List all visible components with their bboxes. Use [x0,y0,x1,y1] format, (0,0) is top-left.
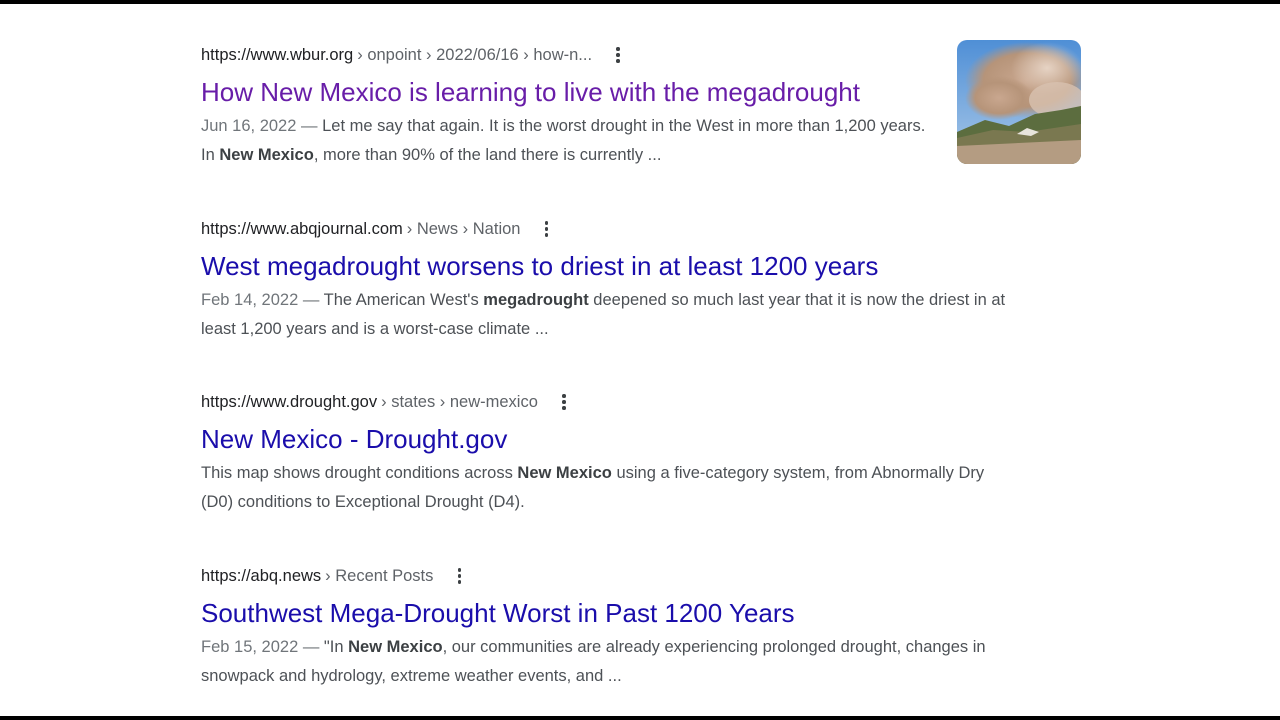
more-options-icon[interactable] [538,218,554,240]
snippet-highlight: New Mexico [517,464,612,482]
result-snippet: This map shows drought conditions across… [201,459,1001,517]
result-date: Jun 16, 2022 [201,117,297,135]
more-options-icon[interactable] [610,44,626,66]
wildfire-smoke-thumbnail[interactable] [957,40,1081,164]
result-domain: https://abq.news [201,566,322,585]
result-url-line[interactable]: https://www.abqjournal.com › News › Nati… [201,218,1061,240]
result-date: Feb 15, 2022 [201,638,299,656]
more-options-icon[interactable] [451,565,467,587]
date-separator: — [298,638,324,656]
result-date: Feb 14, 2022 [201,291,299,309]
date-separator: — [296,117,323,135]
date-separator: — [298,291,324,309]
result-url-line[interactable]: https://www.wbur.org › onpoint › 2022/06… [201,44,1061,66]
snippet-text: The American West's [323,291,484,309]
result-title-link[interactable]: New Mexico - Drought.gov [201,423,1061,455]
snippet-highlight: megadrought [483,291,589,309]
result-title-link[interactable]: Southwest Mega-Drought Worst in Past 120… [201,597,1061,629]
result-domain: https://www.drought.gov [201,392,378,411]
result-domain: https://www.abqjournal.com [201,219,403,238]
result-url-line[interactable]: https://abq.news › Recent Posts [201,565,1061,587]
snippet-text: "In [323,638,349,656]
search-result: https://www.wbur.org › onpoint › 2022/06… [201,44,1061,170]
search-results-page: https://www.wbur.org › onpoint › 2022/06… [0,4,1280,716]
result-snippet: Feb 15, 2022 — "In New Mexico, our commu… [201,633,1011,691]
result-snippet: Feb 14, 2022 — The American West's megad… [201,286,1031,344]
result-title-link[interactable]: West megadrought worsens to driest in at… [201,250,1061,282]
search-result: https://www.drought.gov › states › new-m… [201,391,1061,517]
result-breadcrumbs: › states › new-mexico [381,392,538,411]
result-snippet: Jun 16, 2022 — Let me say that again. It… [201,112,931,170]
snippet-text: , more than 90% of the land there is cur… [313,146,662,164]
snippet-highlight: New Mexico [348,638,443,656]
snippet-highlight: New Mexico [219,146,314,164]
search-result: https://www.abqjournal.com › News › Nati… [201,218,1061,344]
more-options-icon[interactable] [556,391,572,413]
result-title-link[interactable]: How New Mexico is learning to live with … [201,76,1061,108]
result-url-line[interactable]: https://www.drought.gov › states › new-m… [201,391,1061,413]
search-result: https://abq.news › Recent Posts Southwes… [201,565,1061,691]
result-breadcrumbs: › onpoint › 2022/06/16 › how-n... [357,45,593,64]
result-breadcrumbs: › Recent Posts [325,566,434,585]
thumbnail-image [957,40,1081,164]
result-breadcrumbs: › News › Nation [406,219,521,238]
snippet-text: This map shows drought conditions across [201,464,518,482]
result-domain: https://www.wbur.org [201,45,354,64]
